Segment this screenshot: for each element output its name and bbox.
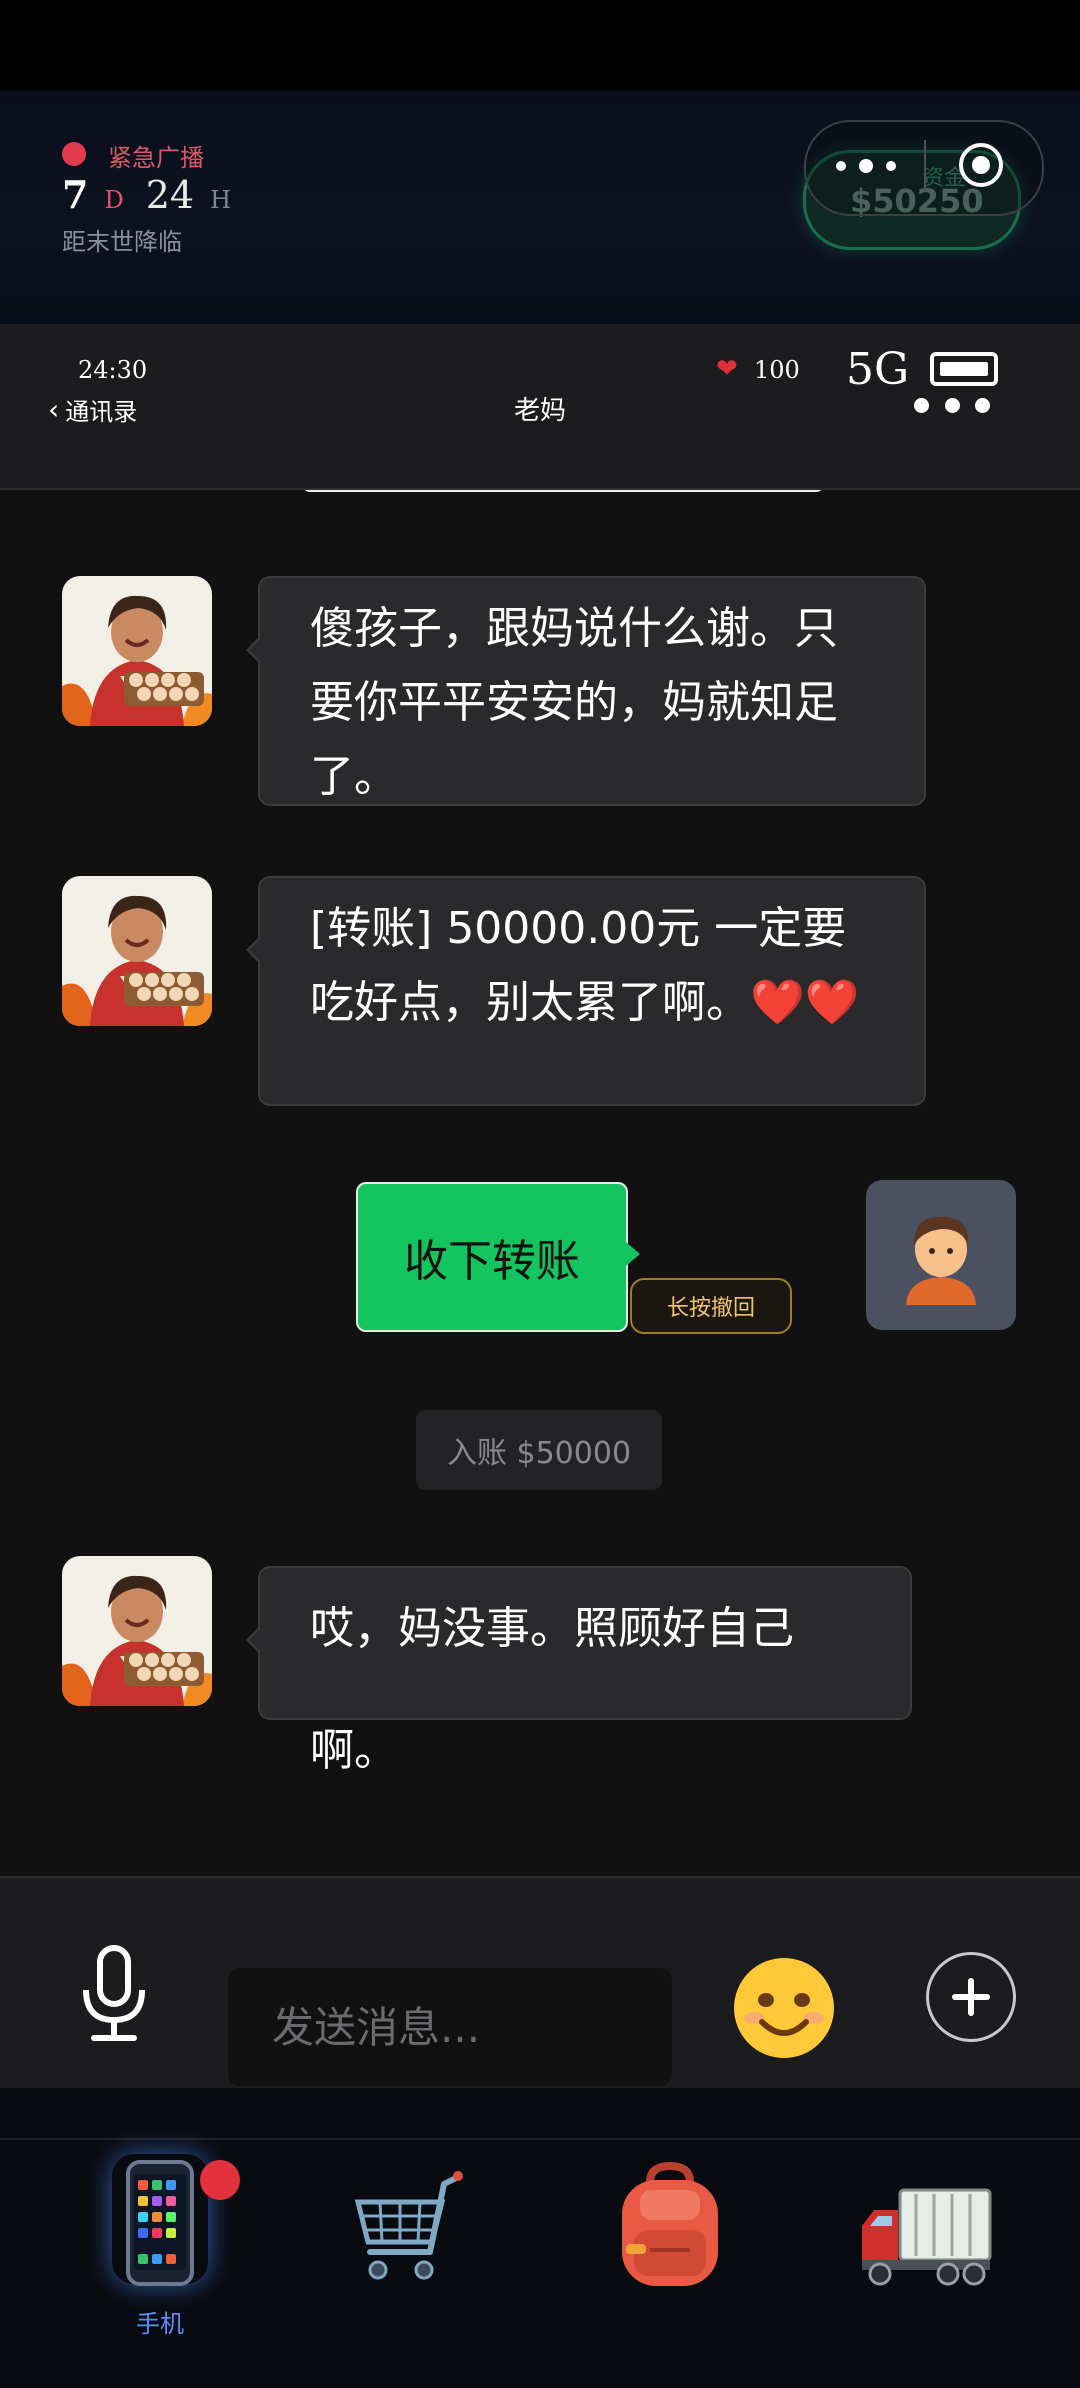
previous-sent-bubble [302, 490, 824, 492]
network-indicator: 5G [846, 344, 910, 395]
tab-bar-divider [0, 2138, 1080, 2140]
broadcast-label: 紧急广播 [108, 144, 204, 172]
mom-avatar[interactable] [62, 876, 212, 1026]
countdown-days: 7 [62, 172, 89, 217]
transfer-message-bubble[interactable]: [转账] 50000.00元 一定要吃好点，别太累了啊。❤️❤️ [246, 876, 926, 1106]
tab-phone-label: 手机 [136, 2310, 184, 2338]
countdown-hours-unit: H [210, 186, 231, 214]
emoji-button[interactable] [730, 1954, 838, 2062]
message-bubble-mom[interactable]: 哎，妈没事。照顾好自己啊。 [246, 1566, 912, 1776]
accept-transfer-bubble[interactable]: 收下转账 [356, 1182, 640, 1332]
chat-menu-icon[interactable] [914, 398, 990, 414]
backpack-icon [622, 2161, 718, 2286]
top-status-strip [0, 0, 1080, 90]
microphone-icon[interactable] [78, 1944, 150, 2044]
income-notice: 入账 $50000 [416, 1410, 662, 1490]
health-value: 100 [754, 356, 800, 384]
chat-message-list[interactable]: 傻孩子，跟妈说什么谢。只要你平平安安的，妈就知足了。 [转账] 50000.00… [0, 490, 1080, 1876]
message-input[interactable] [228, 1968, 672, 2086]
self-avatar[interactable] [866, 1180, 1016, 1330]
long-press-recall-tag[interactable]: 长按撤回 [630, 1278, 792, 1334]
close-target-icon[interactable] [958, 142, 1004, 188]
message-bubble-mom[interactable]: 傻孩子，跟妈说什么谢。只要你平平安安的，妈就知足了。 [246, 576, 926, 806]
mom-avatar[interactable] [62, 576, 212, 726]
countdown-days-unit: D [104, 186, 124, 214]
tab-backpack[interactable] [590, 2160, 750, 2340]
truck-icon [862, 2188, 992, 2286]
add-button[interactable] [926, 1952, 1016, 2042]
hearts-emoji: ❤️❤️ [750, 977, 860, 1028]
battery-icon [930, 352, 998, 386]
status-time: 24:30 [78, 356, 148, 384]
capsule-divider [924, 140, 926, 192]
shopping-cart-icon [354, 2171, 463, 2280]
mom-avatar[interactable] [62, 1556, 212, 1706]
plus-icon [952, 1978, 990, 2016]
alert-dot-icon [62, 142, 86, 166]
notification-badge [200, 2160, 240, 2200]
countdown-hours: 24 [145, 173, 195, 217]
tab-truck[interactable] [846, 2160, 1006, 2340]
countdown: 7 D 24 H [62, 172, 253, 218]
more-options-icon[interactable] [836, 152, 896, 180]
tab-shop[interactable] [334, 2160, 494, 2340]
countdown-subtitle: 距末世降临 [62, 228, 182, 256]
smiley-icon [734, 1958, 834, 2058]
person-icon [906, 1216, 976, 1305]
heart-icon: ❤ [716, 354, 738, 384]
